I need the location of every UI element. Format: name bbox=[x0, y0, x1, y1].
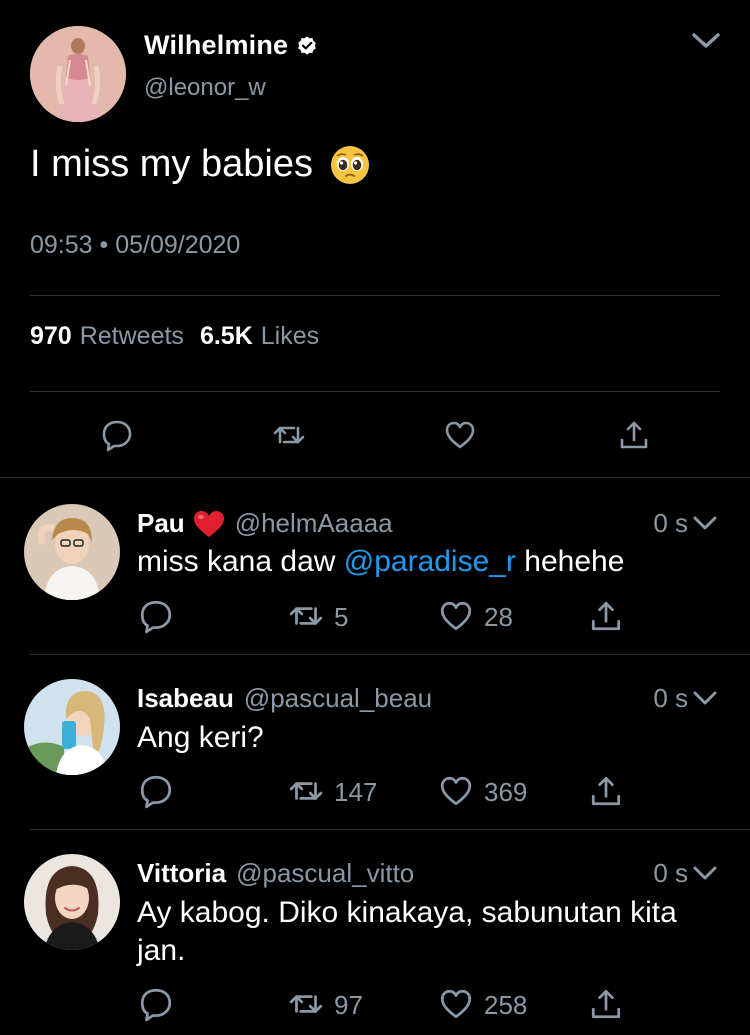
reply-timestamp: 0 s bbox=[653, 508, 688, 538]
reply-author-handle[interactable]: @pascual_vitto bbox=[236, 858, 414, 889]
reply-action-bar: 147 369 bbox=[0, 773, 750, 813]
red-heart-emoji-icon bbox=[193, 510, 224, 537]
reply-text: Ay kabog. Diko kinakaya, sabunutan kita … bbox=[137, 894, 727, 970]
like-icon[interactable] bbox=[438, 773, 474, 809]
share-icon[interactable] bbox=[617, 418, 651, 452]
like-icon[interactable] bbox=[438, 986, 474, 1022]
retweet-count: 97 bbox=[334, 990, 363, 1020]
chevron-down-icon[interactable] bbox=[692, 689, 718, 707]
retweet-icon[interactable] bbox=[288, 598, 324, 634]
likes-stat[interactable]: 6.5K Likes bbox=[200, 322, 319, 351]
mention-link[interactable]: @paradise_r bbox=[344, 545, 516, 578]
divider bbox=[30, 391, 720, 392]
engagement-stats: 970 Retweets 6.5K Likes bbox=[30, 322, 319, 351]
reply-author-name[interactable]: Vittoria bbox=[137, 858, 226, 889]
verified-badge-icon bbox=[298, 35, 317, 55]
reply-header: Pau @helmAaaaa bbox=[137, 508, 393, 539]
retweet-count: 5 bbox=[334, 602, 349, 632]
avatar[interactable] bbox=[24, 504, 120, 600]
retweets-count: 970 bbox=[30, 322, 72, 350]
avatar[interactable] bbox=[24, 679, 120, 775]
reply-author-name[interactable]: Pau bbox=[137, 508, 185, 539]
like-count: 258 bbox=[484, 990, 528, 1020]
reply-action-bar: 97 258 bbox=[0, 986, 750, 1026]
chevron-down-icon[interactable] bbox=[692, 864, 718, 882]
tweet-timestamp: 09:53 • 05/09/2020 bbox=[30, 231, 241, 259]
share-icon[interactable] bbox=[588, 773, 624, 809]
reply-icon[interactable] bbox=[138, 986, 174, 1022]
reply-timestamp: 0 s bbox=[653, 858, 688, 888]
divider bbox=[30, 295, 720, 296]
reply-header: Vittoria @pascual_vitto bbox=[137, 858, 414, 889]
reply-icon[interactable] bbox=[138, 773, 174, 809]
reply-header: Isabeau @pascual_beau bbox=[137, 683, 432, 714]
like-icon[interactable] bbox=[438, 598, 474, 634]
tweet-text: I miss my babies bbox=[30, 143, 371, 186]
like-count: 369 bbox=[484, 777, 528, 807]
reply-icon[interactable] bbox=[138, 598, 174, 634]
chevron-down-icon[interactable] bbox=[692, 514, 718, 532]
main-tweet: Wilhelmine @leonor_w I miss my babies 09… bbox=[0, 0, 750, 478]
tweet-text-content: I miss my babies bbox=[30, 143, 313, 185]
reply-author-handle[interactable]: @pascual_beau bbox=[244, 683, 432, 714]
retweet-icon[interactable] bbox=[288, 773, 324, 809]
author-name[interactable]: Wilhelmine bbox=[144, 30, 288, 61]
reply-text-part: Ang keri? bbox=[137, 721, 264, 754]
reply-text-part: hehehe bbox=[515, 545, 625, 578]
tweet-detail-page: Wilhelmine @leonor_w I miss my babies 09… bbox=[0, 0, 750, 1035]
retweets-stat[interactable]: 970 Retweets bbox=[30, 322, 184, 351]
retweet-count: 147 bbox=[334, 777, 378, 807]
reply-text: miss kana daw @paradise_r hehehe bbox=[137, 543, 727, 581]
likes-label: Likes bbox=[260, 322, 320, 350]
reply-tweet[interactable]: Vittoria @pascual_vitto 0 s Ay kabog. Di… bbox=[0, 830, 750, 1035]
likes-count: 6.5K bbox=[199, 322, 253, 350]
avatar[interactable] bbox=[24, 854, 120, 950]
avatar[interactable] bbox=[30, 26, 126, 122]
retweets-label: Retweets bbox=[79, 322, 184, 350]
reply-icon[interactable] bbox=[100, 418, 134, 452]
author-handle[interactable]: @leonor_w bbox=[144, 74, 266, 102]
reply-text-part: Ay kabog. Diko kinakaya, sabunutan kita … bbox=[137, 896, 677, 967]
pleading-face-emoji-icon bbox=[330, 145, 369, 184]
reply-author-name[interactable]: Isabeau bbox=[137, 683, 234, 714]
share-icon[interactable] bbox=[588, 598, 624, 634]
share-icon[interactable] bbox=[588, 986, 624, 1022]
retweet-icon[interactable] bbox=[288, 986, 324, 1022]
reply-author-handle[interactable]: @helmAaaaa bbox=[235, 508, 393, 539]
reply-tweet[interactable]: Pau @helmAaaaa 0 s miss kana daw @paradi… bbox=[0, 478, 750, 655]
like-icon[interactable] bbox=[443, 418, 477, 452]
like-count: 28 bbox=[484, 602, 513, 632]
reply-text: Ang keri? bbox=[137, 719, 727, 757]
reply-text-part: miss kana daw bbox=[137, 545, 344, 578]
reply-action-bar: 5 28 bbox=[0, 598, 750, 638]
reply-tweet[interactable]: Isabeau @pascual_beau 0 s Ang keri? 147 bbox=[0, 655, 750, 830]
chevron-down-icon[interactable] bbox=[690, 30, 722, 52]
reply-timestamp: 0 s bbox=[653, 683, 688, 713]
retweet-icon[interactable] bbox=[272, 418, 306, 452]
author-row: Wilhelmine bbox=[144, 30, 318, 61]
